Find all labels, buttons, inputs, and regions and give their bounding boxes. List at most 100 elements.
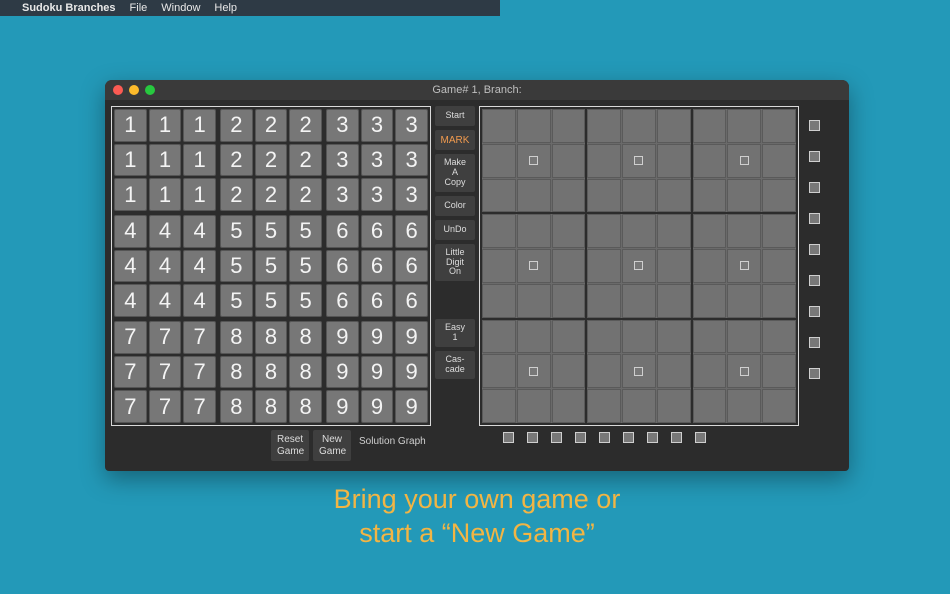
board-cell[interactable]: 4 (114, 284, 147, 317)
board-cell[interactable]: 7 (149, 321, 182, 354)
toolbar-button[interactable]: Start (435, 106, 475, 126)
board-cell[interactable]: 8 (289, 390, 322, 423)
checkbox-icon[interactable] (634, 367, 643, 376)
checkbox-icon[interactable] (575, 432, 586, 443)
solve-cell[interactable] (657, 389, 691, 423)
board-cell[interactable]: 3 (361, 144, 394, 177)
solve-cell[interactable] (517, 179, 551, 213)
solve-cell[interactable] (693, 354, 727, 388)
checkbox-icon[interactable] (529, 261, 538, 270)
checkbox-icon[interactable] (809, 337, 820, 348)
board-cell[interactable]: 2 (289, 144, 322, 177)
board-cell[interactable]: 8 (255, 390, 288, 423)
solve-cell[interactable] (587, 144, 621, 178)
board-cell[interactable]: 5 (255, 250, 288, 283)
solve-cell[interactable] (622, 109, 656, 143)
solve-cell[interactable] (657, 214, 691, 248)
board-cell[interactable]: 4 (183, 215, 216, 248)
board-cell[interactable]: 1 (149, 109, 182, 142)
toolbar-button[interactable]: UnDo (435, 220, 475, 240)
solve-cell[interactable] (482, 109, 516, 143)
menu-help[interactable]: Help (214, 2, 237, 14)
solve-cell[interactable] (727, 249, 761, 283)
board-cell[interactable]: 7 (149, 390, 182, 423)
solve-cell[interactable] (552, 320, 586, 354)
solve-cell[interactable] (727, 109, 761, 143)
solve-cell[interactable] (552, 144, 586, 178)
solve-cell[interactable] (517, 249, 551, 283)
solve-cell[interactable] (727, 284, 761, 318)
checkbox-icon[interactable] (809, 275, 820, 286)
checkbox-icon[interactable] (809, 120, 820, 131)
board-cell[interactable]: 9 (395, 321, 428, 354)
toolbar-button[interactable]: Color (435, 196, 475, 216)
solve-cell[interactable] (693, 389, 727, 423)
board-cell[interactable]: 9 (361, 356, 394, 389)
solve-cell[interactable] (552, 109, 586, 143)
solve-cell[interactable] (657, 354, 691, 388)
board-cell[interactable]: 4 (149, 250, 182, 283)
board-cell[interactable]: 4 (114, 250, 147, 283)
board-cell[interactable]: 2 (220, 178, 253, 211)
board-cell[interactable]: 5 (220, 250, 253, 283)
board-cell[interactable]: 1 (183, 109, 216, 142)
solve-cell[interactable] (727, 354, 761, 388)
board-cell[interactable]: 4 (149, 215, 182, 248)
board-cell[interactable]: 7 (114, 390, 147, 423)
checkbox-icon[interactable] (529, 156, 538, 165)
solve-cell[interactable] (622, 249, 656, 283)
checkbox-icon[interactable] (634, 156, 643, 165)
solve-cell[interactable] (482, 354, 516, 388)
board-cell[interactable]: 6 (395, 250, 428, 283)
solve-cell[interactable] (587, 320, 621, 354)
board-cell[interactable]: 5 (255, 215, 288, 248)
board-cell[interactable]: 5 (289, 215, 322, 248)
solve-cell[interactable] (762, 144, 796, 178)
board-cell[interactable]: 4 (149, 284, 182, 317)
board-cell[interactable]: 2 (289, 178, 322, 211)
checkbox-icon[interactable] (740, 156, 749, 165)
solve-cell[interactable] (482, 284, 516, 318)
checkbox-icon[interactable] (634, 261, 643, 270)
board-cell[interactable]: 2 (255, 109, 288, 142)
solve-cell[interactable] (552, 214, 586, 248)
board-cell[interactable]: 8 (289, 356, 322, 389)
board-cell[interactable]: 1 (149, 144, 182, 177)
board-cell[interactable]: 2 (255, 144, 288, 177)
solve-cell[interactable] (727, 214, 761, 248)
zoom-icon[interactable] (145, 85, 155, 95)
minimize-icon[interactable] (129, 85, 139, 95)
board-cell[interactable]: 8 (255, 321, 288, 354)
board-cell[interactable]: 5 (289, 250, 322, 283)
checkbox-icon[interactable] (647, 432, 658, 443)
toolbar-button[interactable]: MARK (435, 130, 475, 150)
board-cell[interactable]: 5 (220, 284, 253, 317)
solve-cell[interactable] (762, 354, 796, 388)
board-cell[interactable]: 7 (183, 356, 216, 389)
checkbox-icon[interactable] (809, 306, 820, 317)
solve-cell[interactable] (517, 144, 551, 178)
checkbox-icon[interactable] (503, 432, 514, 443)
solve-cell[interactable] (657, 320, 691, 354)
board-cell[interactable]: 6 (395, 284, 428, 317)
menu-window[interactable]: Window (161, 2, 200, 14)
board-cell[interactable]: 4 (183, 284, 216, 317)
solve-cell[interactable] (552, 249, 586, 283)
checkbox-icon[interactable] (623, 432, 634, 443)
checkbox-icon[interactable] (740, 367, 749, 376)
solve-cell[interactable] (482, 320, 516, 354)
board-cell[interactable]: 6 (395, 215, 428, 248)
solve-cell[interactable] (587, 214, 621, 248)
reset-game-button[interactable]: Reset Game (271, 430, 309, 461)
solve-cell[interactable] (517, 214, 551, 248)
board-cell[interactable]: 6 (326, 250, 359, 283)
board-cell[interactable]: 7 (183, 390, 216, 423)
board-cell[interactable]: 2 (220, 144, 253, 177)
solve-cell[interactable] (552, 179, 586, 213)
checkbox-icon[interactable] (740, 261, 749, 270)
solve-cell[interactable] (552, 284, 586, 318)
board-cell[interactable]: 2 (289, 109, 322, 142)
solve-cell[interactable] (517, 109, 551, 143)
solve-cell[interactable] (482, 179, 516, 213)
solve-cell[interactable] (657, 179, 691, 213)
